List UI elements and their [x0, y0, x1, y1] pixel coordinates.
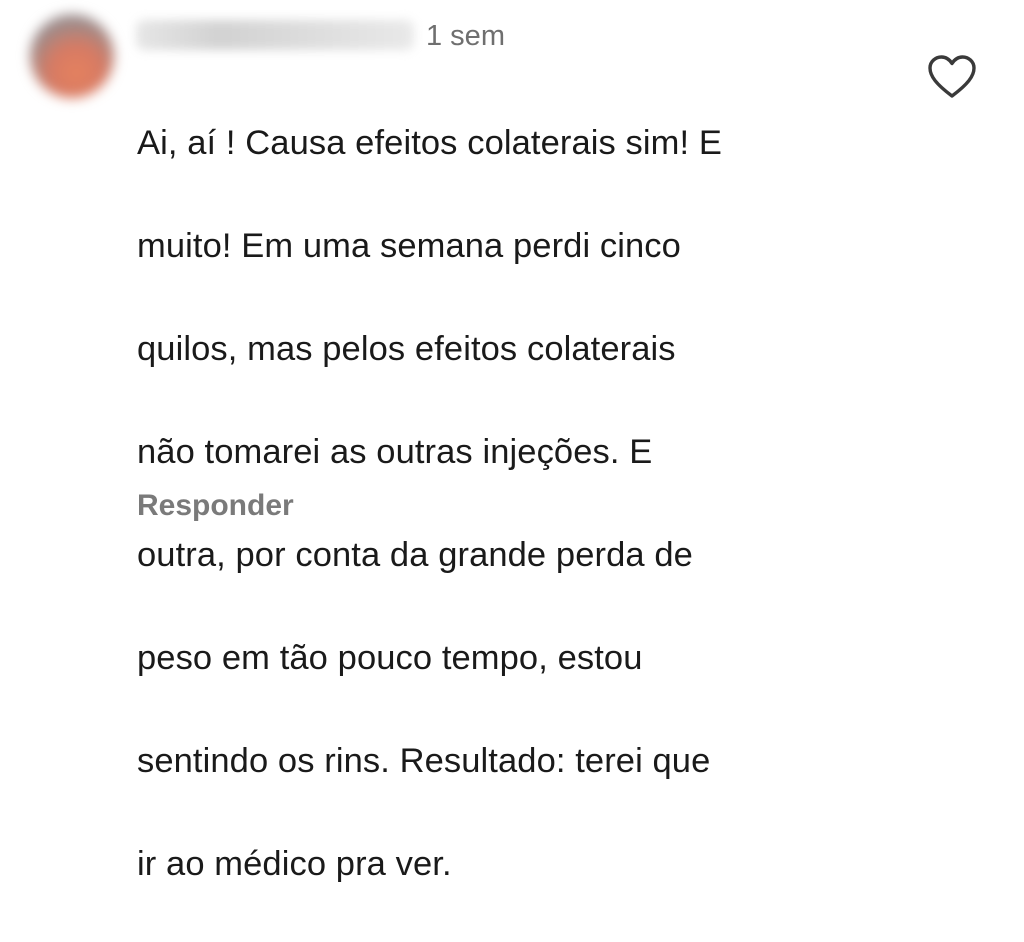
comment-timestamp: 1 sem: [426, 20, 505, 52]
like-button[interactable]: [927, 54, 977, 100]
reply-link[interactable]: Responder: [137, 486, 294, 526]
comment: 1 sem Ai, aí ! Causa efeitos colaterais …: [0, 0, 1024, 883]
comment-line: Ai, aí ! Causa efeitos colaterais sim! E: [137, 123, 722, 162]
comment-line: ir ao médico pra ver.: [137, 844, 452, 883]
comment-line: muito! Em uma semana perdi cinco: [137, 226, 681, 265]
comment-line: não tomarei as outras injeções. E: [137, 432, 653, 471]
comment-line: outra, por conta da grande perda de: [137, 535, 693, 574]
avatar[interactable]: [30, 14, 114, 98]
username-blurred[interactable]: [136, 20, 414, 50]
heart-outline-icon: [928, 55, 976, 98]
comment-line: peso em tão pouco tempo, estou: [137, 638, 643, 677]
comment-line: sentindo os rins. Resultado: terei que: [137, 741, 711, 780]
comment-line: quilos, mas pelos efeitos colaterais: [137, 329, 676, 368]
